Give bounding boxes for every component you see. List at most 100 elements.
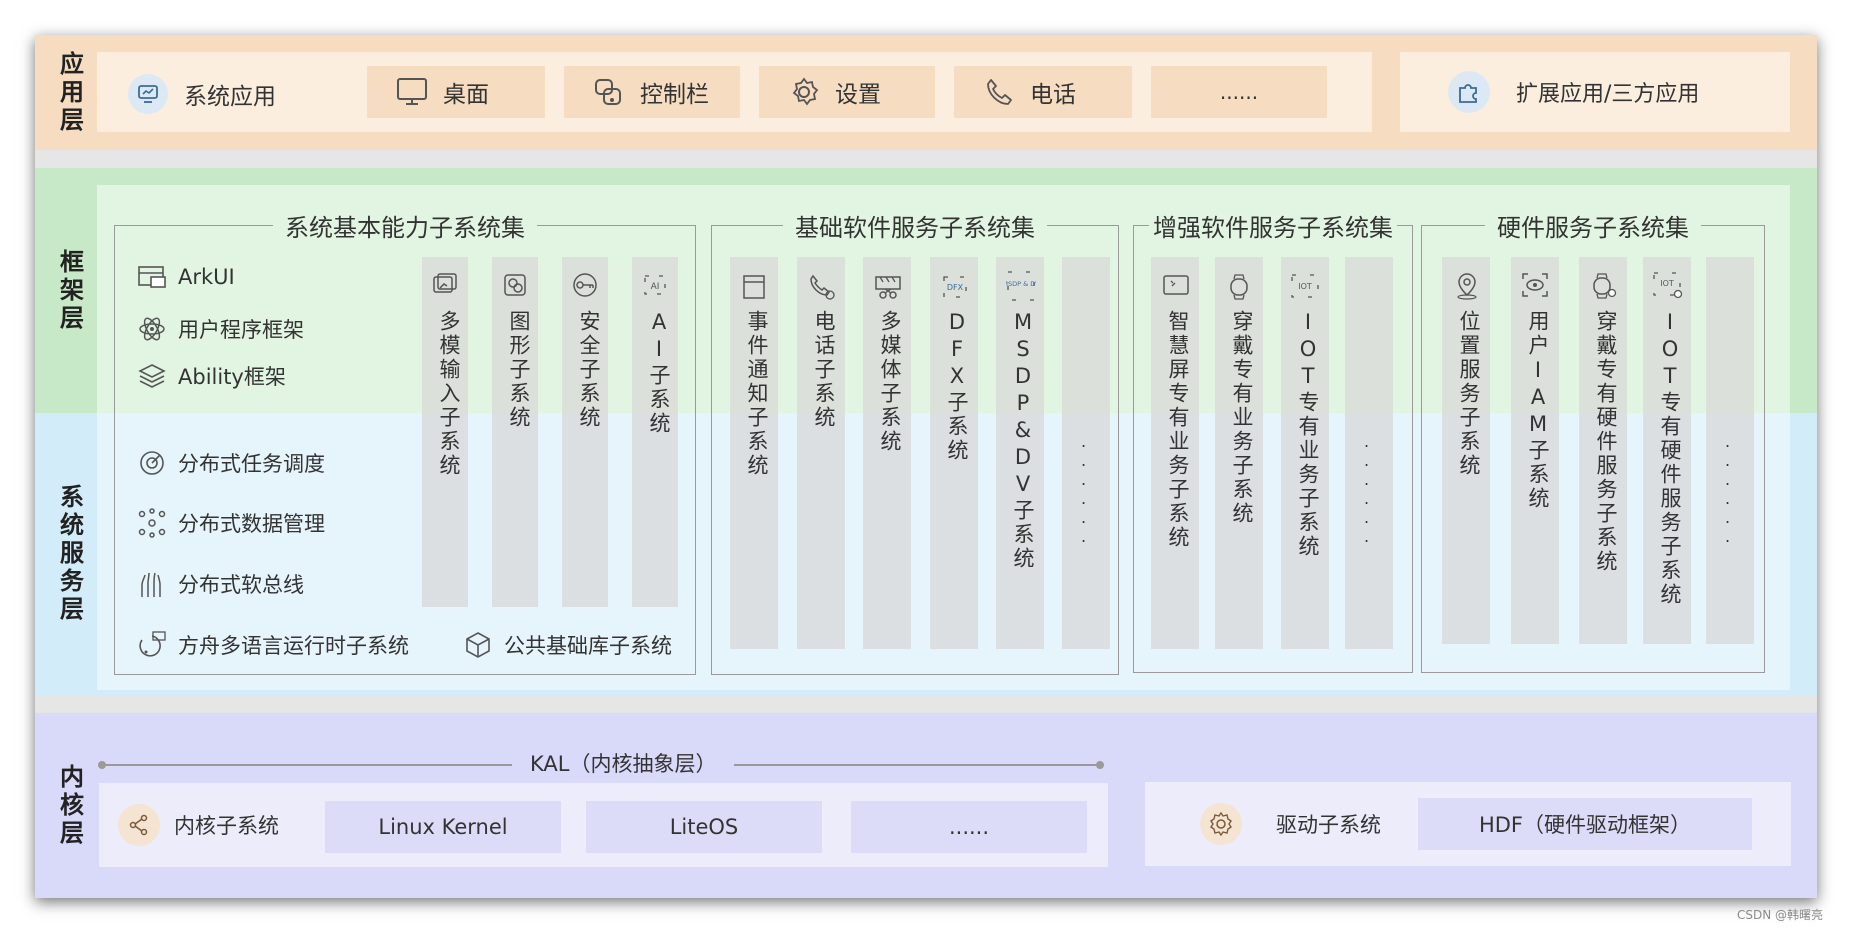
column-ai-label: AI子系统	[647, 310, 671, 436]
column-event-notification-label: 事件通知子系统	[745, 310, 769, 478]
column-hardware-more-label: ......	[1718, 432, 1737, 546]
column-enhanced-more-label: ......	[1357, 432, 1376, 546]
column-msdp-dv-label: MSDP&DV子系统	[1011, 310, 1035, 571]
kernel-linux-label: Linux Kernel	[378, 815, 508, 839]
basic-capability-title: 系统基本能力子系统集	[273, 214, 537, 242]
key-icon	[572, 272, 598, 298]
feature-distributed-scheduling: 分布式任务调度	[136, 445, 325, 481]
kernel-subsystem-label: 内核子系统	[174, 814, 279, 838]
feature-soft-bus-label: 分布式软总线	[178, 573, 304, 597]
framework-layer-label: 框架层	[55, 248, 84, 333]
gear-icon	[787, 75, 821, 109]
kernel-linux: Linux Kernel	[325, 801, 561, 853]
app-more-label: ......	[1219, 80, 1259, 104]
column-software-more-label: ......	[1074, 432, 1093, 546]
feature-arkui-label: ArkUI	[178, 265, 235, 289]
column-iot-business-label: IOT专有业务子系统	[1296, 310, 1320, 559]
atom-icon	[136, 313, 168, 345]
notification-icon	[741, 273, 767, 299]
kal-label: KAL（内核抽象层）	[512, 744, 735, 782]
face-scan-icon	[1520, 271, 1548, 297]
column-location-label: 位置服务子系统	[1457, 310, 1481, 478]
app-more: ......	[1151, 66, 1327, 118]
hardware-service-title-wrap: 硬件服务子系统集	[1421, 208, 1765, 242]
basic-software-title-wrap: 基础软件服务子系统集	[711, 208, 1119, 242]
app-desktop: 桌面	[367, 66, 545, 118]
enhanced-software-title-wrap: 增强软件服务子系统集	[1133, 208, 1413, 242]
feature-common-base-library-label: 公共基础库子系统	[504, 634, 672, 658]
phone-icon	[982, 75, 1016, 109]
feature-ark-runtime-label: 方舟多语言运行时子系统	[178, 634, 409, 658]
iot-icon: IOT	[1290, 272, 1319, 298]
extension-app-label: 扩展应用/三方应用	[1516, 82, 1700, 107]
feature-common-base-library: 公共基础库子系统	[462, 627, 672, 663]
column-user-iam-label: 用户IAM子系统	[1526, 310, 1550, 511]
kernel-subsystem: 内核子系统	[118, 803, 279, 847]
app-settings: 设置	[759, 66, 935, 118]
kernel-nodes-icon	[118, 804, 160, 846]
driver-subsystem-label: 驱动子系统	[1276, 813, 1381, 837]
multimodal-input-icon	[432, 272, 458, 298]
column-dfx-label: DFX子系统	[945, 310, 969, 463]
feature-soft-bus: 分布式软总线	[136, 566, 304, 602]
feature-ability: Ability框架	[136, 358, 286, 394]
column-wearable-hardware-label: 穿戴专有硬件服务子系统	[1594, 310, 1618, 574]
column-multimodal-input-label: 多模输入子系统	[437, 310, 461, 478]
extension-app: 扩展应用/三方应用	[1448, 70, 1699, 114]
app-settings-label: 设置	[835, 82, 881, 108]
scheduling-icon	[136, 447, 168, 479]
kernel-liteos: LiteOS	[586, 801, 822, 853]
iot-settings-icon-label: IOT	[1660, 279, 1674, 288]
system-app-icon	[128, 74, 168, 114]
column-multimedia-label: 多媒体子系统	[878, 310, 902, 454]
feature-user-program: 用户程序框架	[136, 311, 304, 347]
column-wearable-business-label: 穿戴专有业务子系统	[1230, 310, 1254, 526]
system-app: 系统应用	[128, 72, 276, 116]
feature-ark-runtime: 方舟多语言运行时子系统	[136, 627, 409, 663]
ai-icon-label: AI	[651, 282, 660, 292]
kernel-more: ......	[851, 801, 1087, 853]
column-smart-screen-label: 智慧屏专有业务子系统	[1166, 310, 1190, 550]
msdp-icon-label: MSDP & DV	[1006, 280, 1036, 288]
feature-user-program-label: 用户程序框架	[178, 318, 304, 342]
feature-ability-label: Ability框架	[178, 365, 286, 389]
arkui-icon	[136, 261, 168, 293]
watch-icon	[1226, 273, 1252, 300]
app-control-bar: 控制栏	[564, 66, 740, 118]
control-panel-icon	[592, 75, 626, 109]
iot-icon-label: IOT	[1298, 282, 1312, 291]
column-security-label: 安全子系统	[577, 310, 601, 430]
app-desktop-label: 桌面	[443, 82, 489, 108]
column-graphics-label: 图形子系统	[507, 310, 531, 430]
network-nodes-icon	[136, 507, 168, 539]
smart-screen-icon	[1162, 273, 1189, 299]
kal-line-end-dot	[1096, 761, 1104, 769]
hdf-framework-label: HDF（硬件驱动框架）	[1478, 813, 1692, 837]
cube-icon	[462, 629, 494, 661]
column-telephony-label: 电话子系统	[812, 310, 836, 430]
feature-distributed-data: 分布式数据管理	[136, 505, 325, 541]
layers-icon	[136, 360, 168, 392]
multimedia-icon	[874, 273, 901, 299]
iot-settings-icon: IOT	[1652, 270, 1683, 299]
telephony-icon	[808, 273, 835, 300]
column-iot-hardware-label: IOT专有硬件服务子系统	[1658, 310, 1682, 607]
system-app-label: 系统应用	[184, 84, 276, 110]
dfx-icon: DFX	[941, 273, 967, 299]
kernel-liteos-label: LiteOS	[669, 815, 739, 839]
monitor-icon	[395, 75, 429, 109]
basic-software-title: 基础软件服务子系统集	[783, 214, 1047, 242]
graphics-icon	[502, 272, 528, 298]
app-control-bar-label: 控制栏	[640, 82, 709, 108]
feature-distributed-data-label: 分布式数据管理	[178, 512, 325, 536]
kal-line-start-dot	[98, 761, 106, 769]
hardware-service-title: 硬件服务子系统集	[1485, 214, 1701, 242]
dfx-icon-label: DFX	[947, 283, 964, 292]
puzzle-icon	[1448, 71, 1490, 113]
location-pin-icon	[1453, 271, 1479, 300]
service-layer-label: 系统服务层	[55, 484, 84, 624]
runtime-icon	[136, 629, 168, 661]
app-layer-label: 应用层	[55, 50, 84, 135]
watch-settings-icon	[1590, 271, 1617, 299]
app-phone-label: 电话	[1030, 82, 1076, 108]
